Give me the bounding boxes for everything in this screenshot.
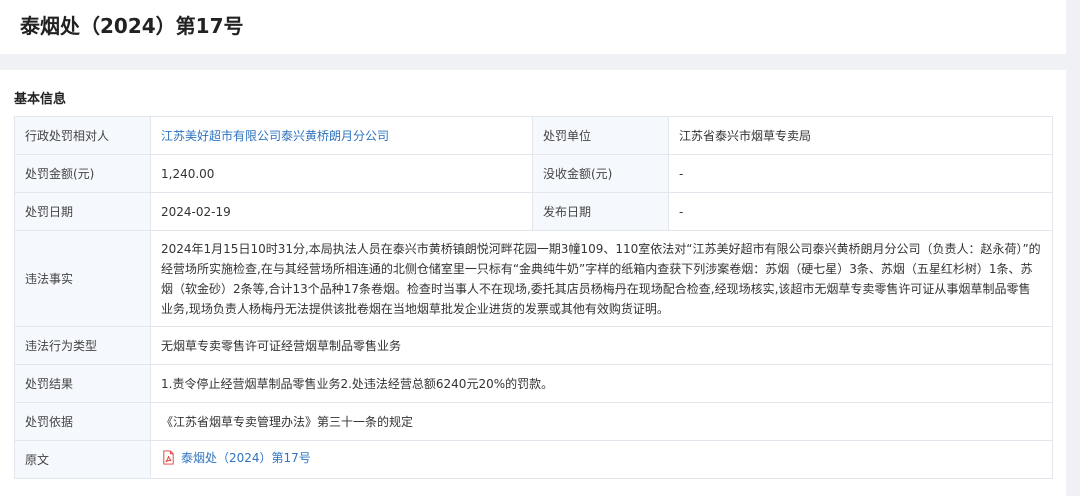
party-link[interactable]: 江苏美好超市有限公司泰兴黄桥朗月分公司 (161, 129, 389, 143)
party-label: 行政处罚相对人 (14, 116, 151, 155)
basic-info-card: 基本信息 行政处罚相对人 江苏美好超市有限公司泰兴黄桥朗月分公司 处罚单位 江苏… (0, 70, 1066, 496)
type-value: 无烟草专卖零售许可证经营烟草制品零售业务 (150, 326, 1053, 365)
type-label: 违法行为类型 (14, 326, 151, 365)
confiscate-value: - (668, 154, 1053, 193)
result-value: 1.责令停止经营烟草制品零售业务2.处违法经营总额6240元20%的罚款。 (150, 364, 1053, 403)
date-value: 2024-02-19 (150, 192, 533, 231)
table-row: 处罚金额(元) 1,240.00 没收金额(元) - (14, 154, 1053, 193)
fine-label: 处罚金额(元) (14, 154, 151, 193)
pdf-icon (163, 450, 174, 465)
unit-value: 江苏省泰兴市烟草专卖局 (668, 116, 1053, 155)
original-file-link[interactable]: 泰烟处（2024）第17号 (161, 448, 311, 468)
page-title: 泰烟处（2024）第17号 (20, 14, 244, 38)
table-row: 违法事实 2024年1月15日10时31分,本局执法人员在泰兴市黄桥镇朗悦河畔花… (14, 230, 1053, 327)
result-label: 处罚结果 (14, 364, 151, 403)
page-header: 泰烟处（2024）第17号 (0, 0, 1066, 54)
date-label: 处罚日期 (14, 192, 151, 231)
original-file-label: 泰烟处（2024）第17号 (181, 450, 311, 465)
basic-info-table: 行政处罚相对人 江苏美好超市有限公司泰兴黄桥朗月分公司 处罚单位 江苏省泰兴市烟… (14, 116, 1053, 479)
table-row: 处罚依据 《江苏省烟草专卖管理办法》第三十一条的规定 (14, 402, 1053, 441)
table-row: 违法行为类型 无烟草专卖零售许可证经营烟草制品零售业务 (14, 326, 1053, 365)
table-row: 处罚日期 2024-02-19 发布日期 - (14, 192, 1053, 231)
confiscate-label: 没收金额(元) (532, 154, 669, 193)
table-row: 行政处罚相对人 江苏美好超市有限公司泰兴黄桥朗月分公司 处罚单位 江苏省泰兴市烟… (14, 116, 1053, 155)
unit-label: 处罚单位 (532, 116, 669, 155)
original-label: 原文 (14, 440, 151, 479)
basis-value: 《江苏省烟草专卖管理办法》第三十一条的规定 (150, 402, 1053, 441)
facts-label: 违法事实 (14, 230, 151, 327)
table-row: 处罚结果 1.责令停止经营烟草制品零售业务2.处违法经营总额6240元20%的罚… (14, 364, 1053, 403)
basis-label: 处罚依据 (14, 402, 151, 441)
section-title: 基本信息 (14, 92, 67, 107)
publish-label: 发布日期 (532, 192, 669, 231)
publish-value: - (668, 192, 1053, 231)
table-row: 原文 泰烟处（2024）第17号 (14, 440, 1053, 479)
fine-value: 1,240.00 (150, 154, 533, 193)
facts-value: 2024年1月15日10时31分,本局执法人员在泰兴市黄桥镇朗悦河畔花园一期3幢… (150, 230, 1053, 327)
